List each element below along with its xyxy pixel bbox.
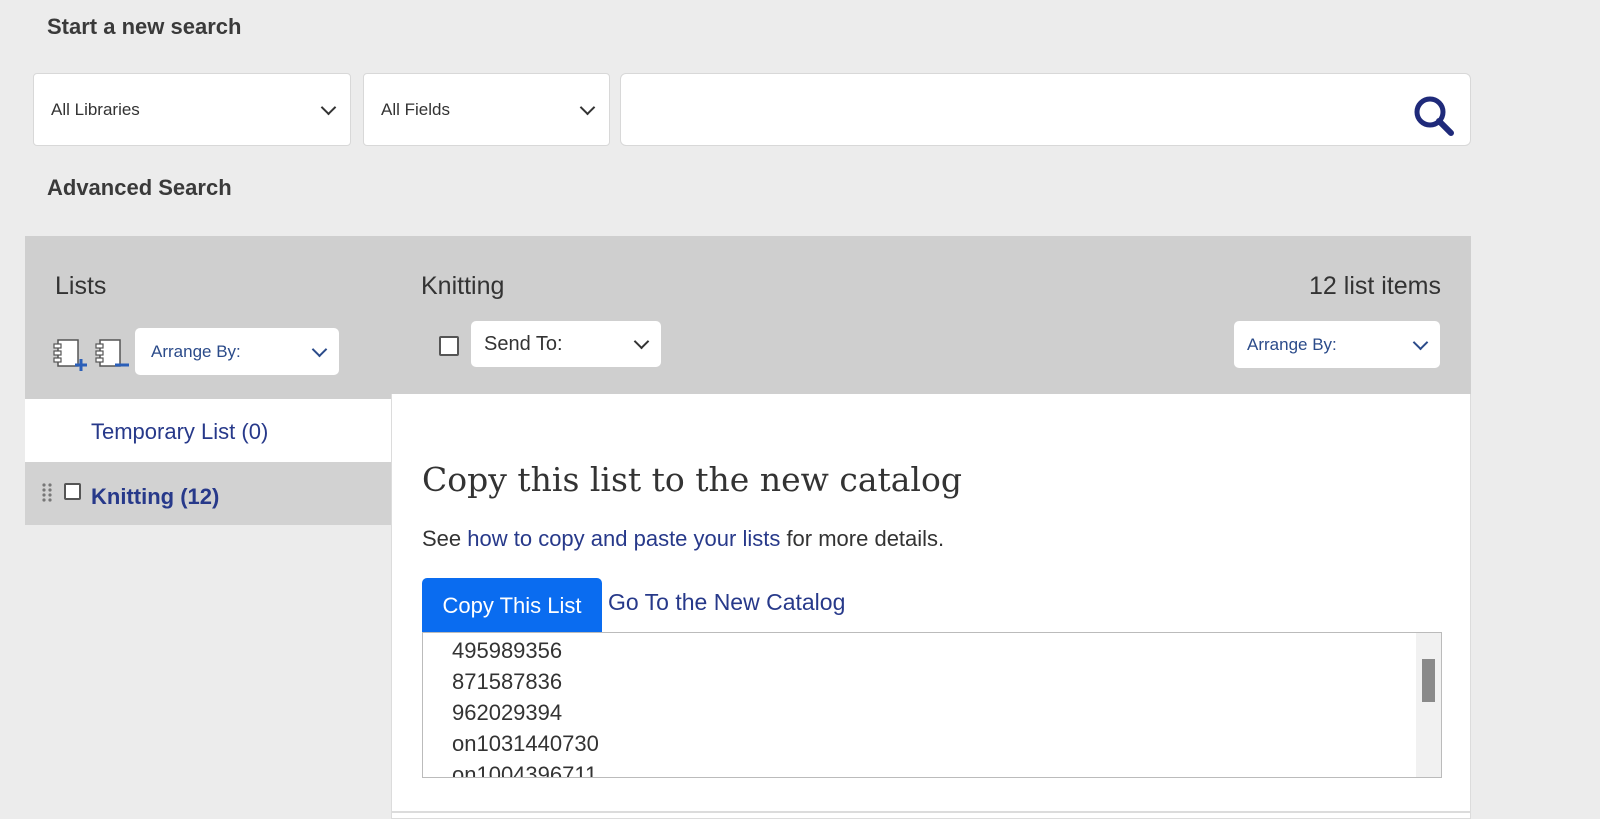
library-select[interactable]: All Libraries xyxy=(33,73,351,146)
list-id-item: 495989356 xyxy=(452,638,563,663)
search-icon[interactable] xyxy=(1412,94,1456,138)
send-to-value: Send To: xyxy=(484,332,563,355)
list-item-active: Knitting (12) xyxy=(25,462,391,525)
copy-heading: Copy this list to the new catalog xyxy=(422,460,962,499)
desc-prefix: See xyxy=(422,526,468,551)
list-title: Knitting xyxy=(421,272,505,300)
items-arrange-by-select[interactable]: Arrange By: xyxy=(1234,321,1440,368)
search-bar xyxy=(620,73,1471,146)
chevron-down-icon xyxy=(320,99,337,115)
lists-arrange-by-value: Arrange By: xyxy=(151,341,241,361)
temporary-list-link[interactable]: Temporary List (0) xyxy=(91,419,268,445)
search-heading: Start a new search xyxy=(47,14,242,39)
lists-title: Lists xyxy=(55,272,107,300)
advanced-search-link[interactable]: Advanced Search xyxy=(47,175,232,201)
desc-suffix: for more details. xyxy=(780,526,945,551)
list-ids-textarea[interactable]: 495989356 871587836 962029394 on10314407… xyxy=(422,632,1442,778)
list-id-item: on1031440730 xyxy=(452,731,599,756)
chevron-down-icon xyxy=(1412,334,1429,350)
list-id-item: 962029394 xyxy=(452,700,563,725)
search-input[interactable] xyxy=(633,86,1377,134)
list-item: Temporary List (0) xyxy=(25,399,391,462)
id-list: 495989356 871587836 962029394 on10314407… xyxy=(452,635,599,778)
chevron-down-icon xyxy=(579,99,596,115)
send-to-select[interactable]: Send To: xyxy=(471,321,661,367)
select-all-checkbox[interactable] xyxy=(439,336,459,356)
chevron-down-icon xyxy=(633,333,650,350)
lists-header: Lists Arrange By: xyxy=(25,236,391,399)
knitting-list-checkbox[interactable] xyxy=(64,483,81,500)
list-detail-panel: Knitting 12 list items Send To: Arrange … xyxy=(391,236,1471,819)
field-select-value: All Fields xyxy=(381,99,450,119)
how-to-copy-link[interactable]: how to copy and paste your lists xyxy=(467,526,780,551)
copy-this-list-button[interactable]: Copy This List xyxy=(422,578,602,633)
chevron-down-icon xyxy=(311,341,328,357)
list-id-item: on1004396711 xyxy=(452,762,598,778)
library-select-value: All Libraries xyxy=(51,99,140,119)
copy-description: See how to copy and paste your lists for… xyxy=(422,526,944,552)
scrollbar-thumb[interactable] xyxy=(1422,659,1435,702)
go-to-new-catalog-link[interactable]: Go To the New Catalog xyxy=(608,589,845,616)
lists-arrange-by-select[interactable]: Arrange By: xyxy=(135,328,339,375)
copy-list-section: Copy this list to the new catalog See ho… xyxy=(391,394,1471,812)
lists-sidebar: Lists Arrange By: Temporary List (0) Kni… xyxy=(25,236,391,819)
remove-list-icon[interactable] xyxy=(95,338,133,372)
scrollbar[interactable] xyxy=(1416,633,1441,777)
next-section-edge xyxy=(391,812,1471,819)
field-select[interactable]: All Fields xyxy=(363,73,610,146)
list-id-item: 871587836 xyxy=(452,669,563,694)
item-count: 12 list items xyxy=(1309,272,1441,300)
add-list-icon[interactable] xyxy=(53,338,91,372)
items-arrange-by-value: Arrange By: xyxy=(1247,334,1337,354)
drag-handle-icon[interactable] xyxy=(41,482,53,504)
list-detail-header: Knitting 12 list items Send To: Arrange … xyxy=(391,236,1471,394)
knitting-list-link[interactable]: Knitting (12) xyxy=(91,484,219,510)
